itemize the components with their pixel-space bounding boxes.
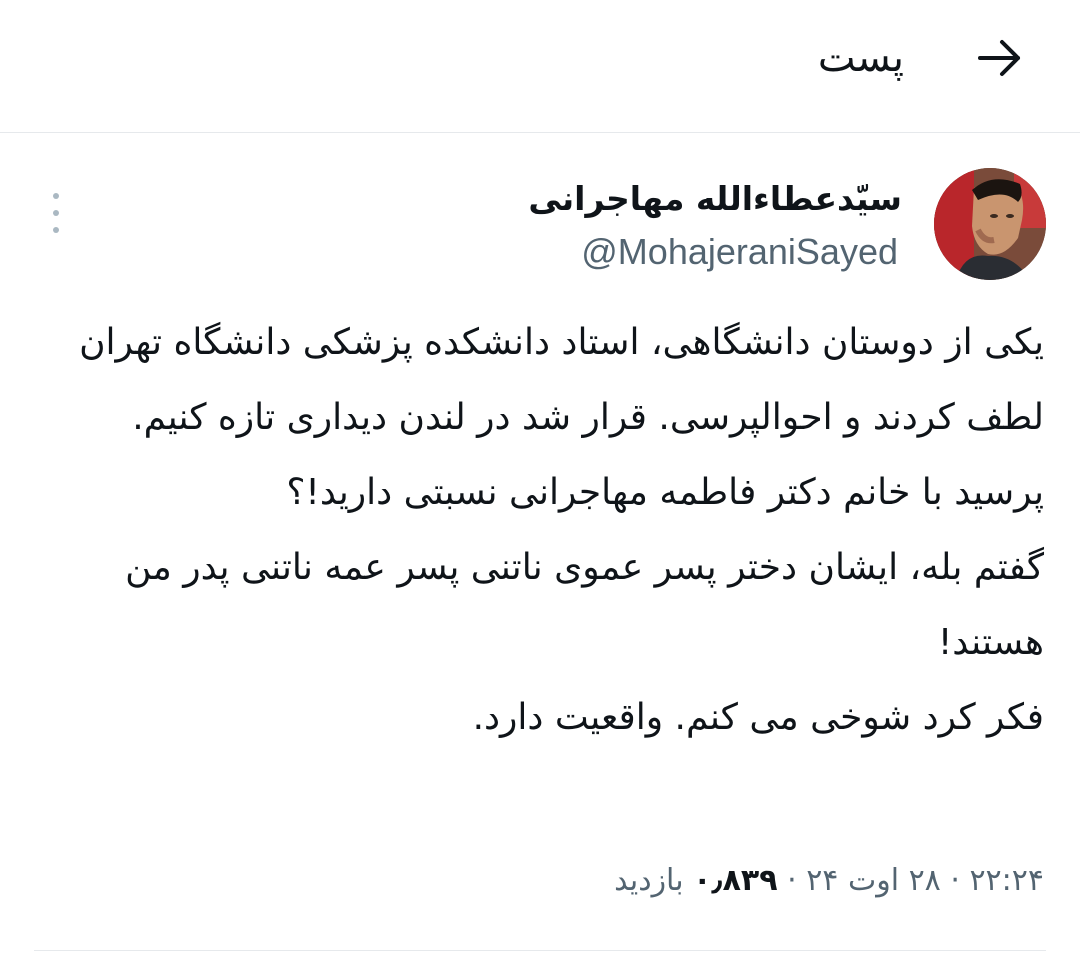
avatar-image: [934, 168, 1046, 280]
tweet-meta: ۲۲:۲۴ · ۲۸ اوت ۲۴ · ۰٫۸۳۹ بازدید: [614, 863, 1044, 898]
views-count: ۰٫۸۳۹: [693, 863, 778, 898]
author-display-name[interactable]: سیّدعطاءالله مهاجرانی: [528, 179, 902, 218]
tweet-time[interactable]: ۲۲:۲۴: [969, 863, 1044, 898]
tweet-paragraph: گفتم بله، ایشان دختر پسر عموی ناتنی پسر …: [125, 547, 1044, 663]
avatar[interactable]: [934, 168, 1046, 280]
tweet-date[interactable]: ۲۸ اوت ۲۴: [806, 863, 941, 898]
tweet-paragraph: یکی از دوستان دانشگاهی، استاد دانشکده پز…: [79, 322, 1044, 513]
back-button[interactable]: [972, 30, 1028, 86]
arrow-right-icon: [978, 40, 1020, 76]
tweet-paragraph: فکر کرد شوخی می کنم. واقعیت دارد.: [472, 697, 1044, 738]
more-dot-icon: [53, 210, 59, 216]
divider: [34, 950, 1046, 951]
meta-separator: ·: [950, 863, 960, 898]
top-bar: پست: [0, 0, 1080, 133]
tweet-text: یکی از دوستان دانشگاهی، استاد دانشکده پز…: [34, 305, 1044, 755]
author-handle[interactable]: @MohajeraniSayed: [581, 231, 898, 273]
more-options-button[interactable]: [46, 193, 66, 233]
page-title: پست: [817, 35, 904, 81]
more-dot-icon: [53, 227, 59, 233]
views-label: بازدید: [614, 863, 684, 898]
more-dot-icon: [53, 193, 59, 199]
meta-separator: ·: [787, 863, 797, 898]
